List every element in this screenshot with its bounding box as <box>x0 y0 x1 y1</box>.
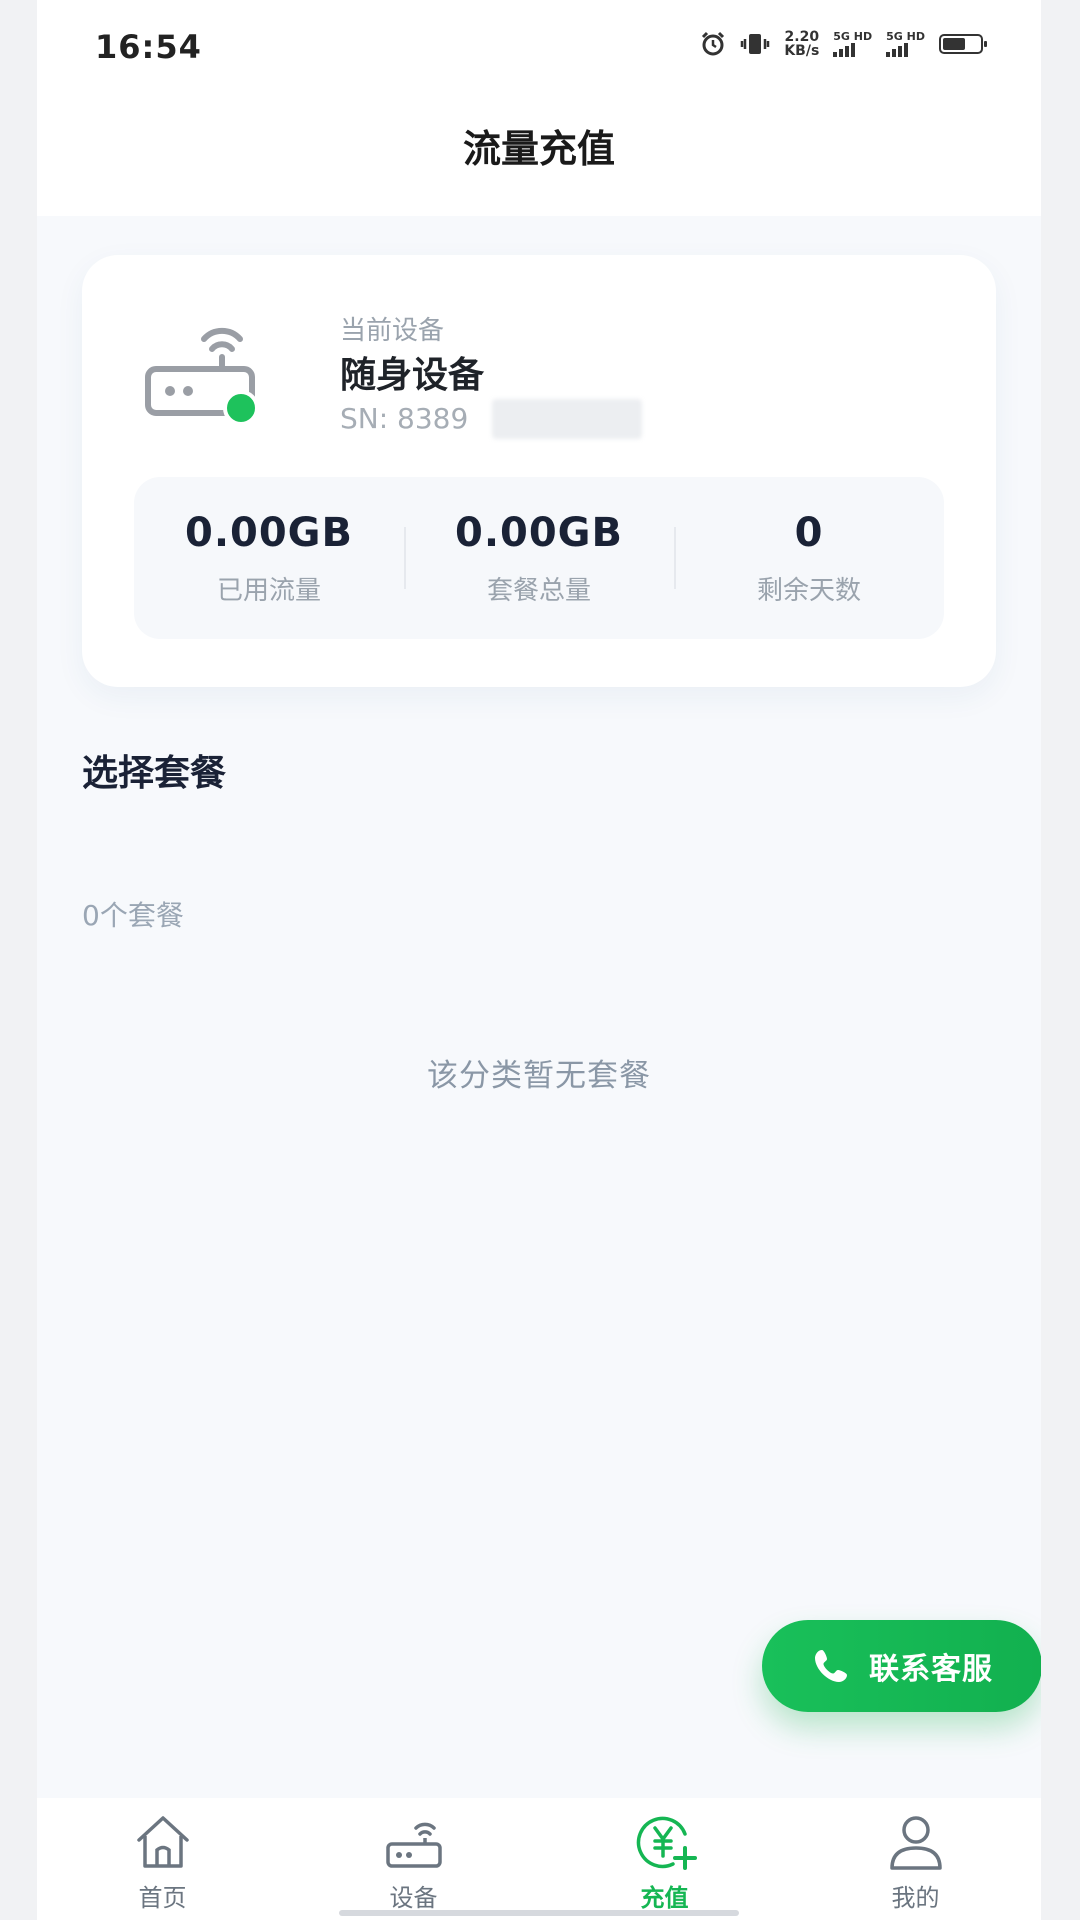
stat-remaining-days: 0 剩余天数 <box>674 477 944 639</box>
signal-bars-icon <box>833 43 856 57</box>
page-title: 流量充值 <box>462 127 615 171</box>
bottom-nav: 首页 设备 充值 我的 <box>37 1798 1041 1920</box>
nav-label: 设备 <box>389 1884 438 1912</box>
nav-item-profile[interactable]: 我的 <box>790 1798 1041 1920</box>
current-device-label: 当前设备 <box>340 316 445 346</box>
nav-label: 充值 <box>640 1884 689 1912</box>
device-card: 当前设备 随身设备 SN: 8389 0.00GB 已用流量 0.00GB 套餐… <box>82 255 996 687</box>
traffic-stats: 0.00GB 已用流量 0.00GB 套餐总量 0 剩余天数 <box>134 477 944 639</box>
user-icon <box>889 1816 942 1870</box>
page-header: 流量充值 <box>37 100 1041 216</box>
phone-icon <box>815 1650 847 1682</box>
nav-label: 首页 <box>138 1884 187 1912</box>
stat-value: 0.00GB <box>454 509 623 556</box>
online-status-dot <box>223 390 259 426</box>
stat-label: 已用流量 <box>216 575 321 606</box>
net-speed-unit: KB/s <box>784 43 820 59</box>
status-icons: 2.20 KB/s 5G HD 5G HD <box>700 30 987 58</box>
stat-used-traffic: 0.00GB 已用流量 <box>134 477 404 639</box>
stat-label: 剩余天数 <box>756 575 861 606</box>
nav-item-recharge[interactable]: 充值 <box>539 1798 790 1920</box>
home-icon <box>136 1816 189 1868</box>
status-bar: 16:54 2.20 KB/s 5G HD 5G HD <box>37 0 1041 100</box>
router-icon <box>145 327 259 426</box>
device-serial-number: SN: 8389 <box>340 402 469 435</box>
router-icon <box>385 1822 442 1868</box>
sim2-signal: 5G HD <box>886 31 925 57</box>
stat-value: 0.00GB <box>184 509 353 556</box>
stat-value: 0 <box>794 509 824 556</box>
nav-item-device[interactable]: 设备 <box>288 1798 539 1920</box>
vibrate-icon <box>741 34 770 54</box>
nav-label: 我的 <box>891 1884 940 1912</box>
package-count: 0个套餐 <box>82 899 184 932</box>
sim1-label: 5G HD <box>833 30 873 43</box>
battery-icon <box>939 34 987 54</box>
select-package-title: 选择套餐 <box>82 753 227 794</box>
net-speed: 2.20 KB/s <box>784 30 819 58</box>
empty-state-text: 该分类暂无套餐 <box>427 1058 651 1094</box>
status-time: 16:54 <box>95 28 202 66</box>
sim2-label: 5G HD <box>886 30 925 43</box>
stat-total-package: 0.00GB 套餐总量 <box>404 477 674 639</box>
yuan-plus-icon <box>636 1816 697 1870</box>
nav-item-home[interactable]: 首页 <box>37 1798 288 1920</box>
contact-support-label: 联系客服 <box>869 1652 993 1687</box>
stat-label: 套餐总量 <box>486 575 591 606</box>
app-screen: 16:54 2.20 KB/s 5G HD 5G HD 流量充值 当前设备 随身… <box>37 0 1041 1920</box>
signal-bars-icon <box>886 43 909 57</box>
contact-support-button[interactable]: 联系客服 <box>762 1620 1041 1712</box>
sim1-signal: 5G HD <box>833 31 872 57</box>
device-name: 随身设备 <box>340 355 485 396</box>
home-indicator[interactable] <box>339 1910 739 1916</box>
net-speed-value: 2.20 <box>784 29 820 45</box>
serial-redaction <box>492 399 642 439</box>
alarm-icon <box>702 31 725 56</box>
